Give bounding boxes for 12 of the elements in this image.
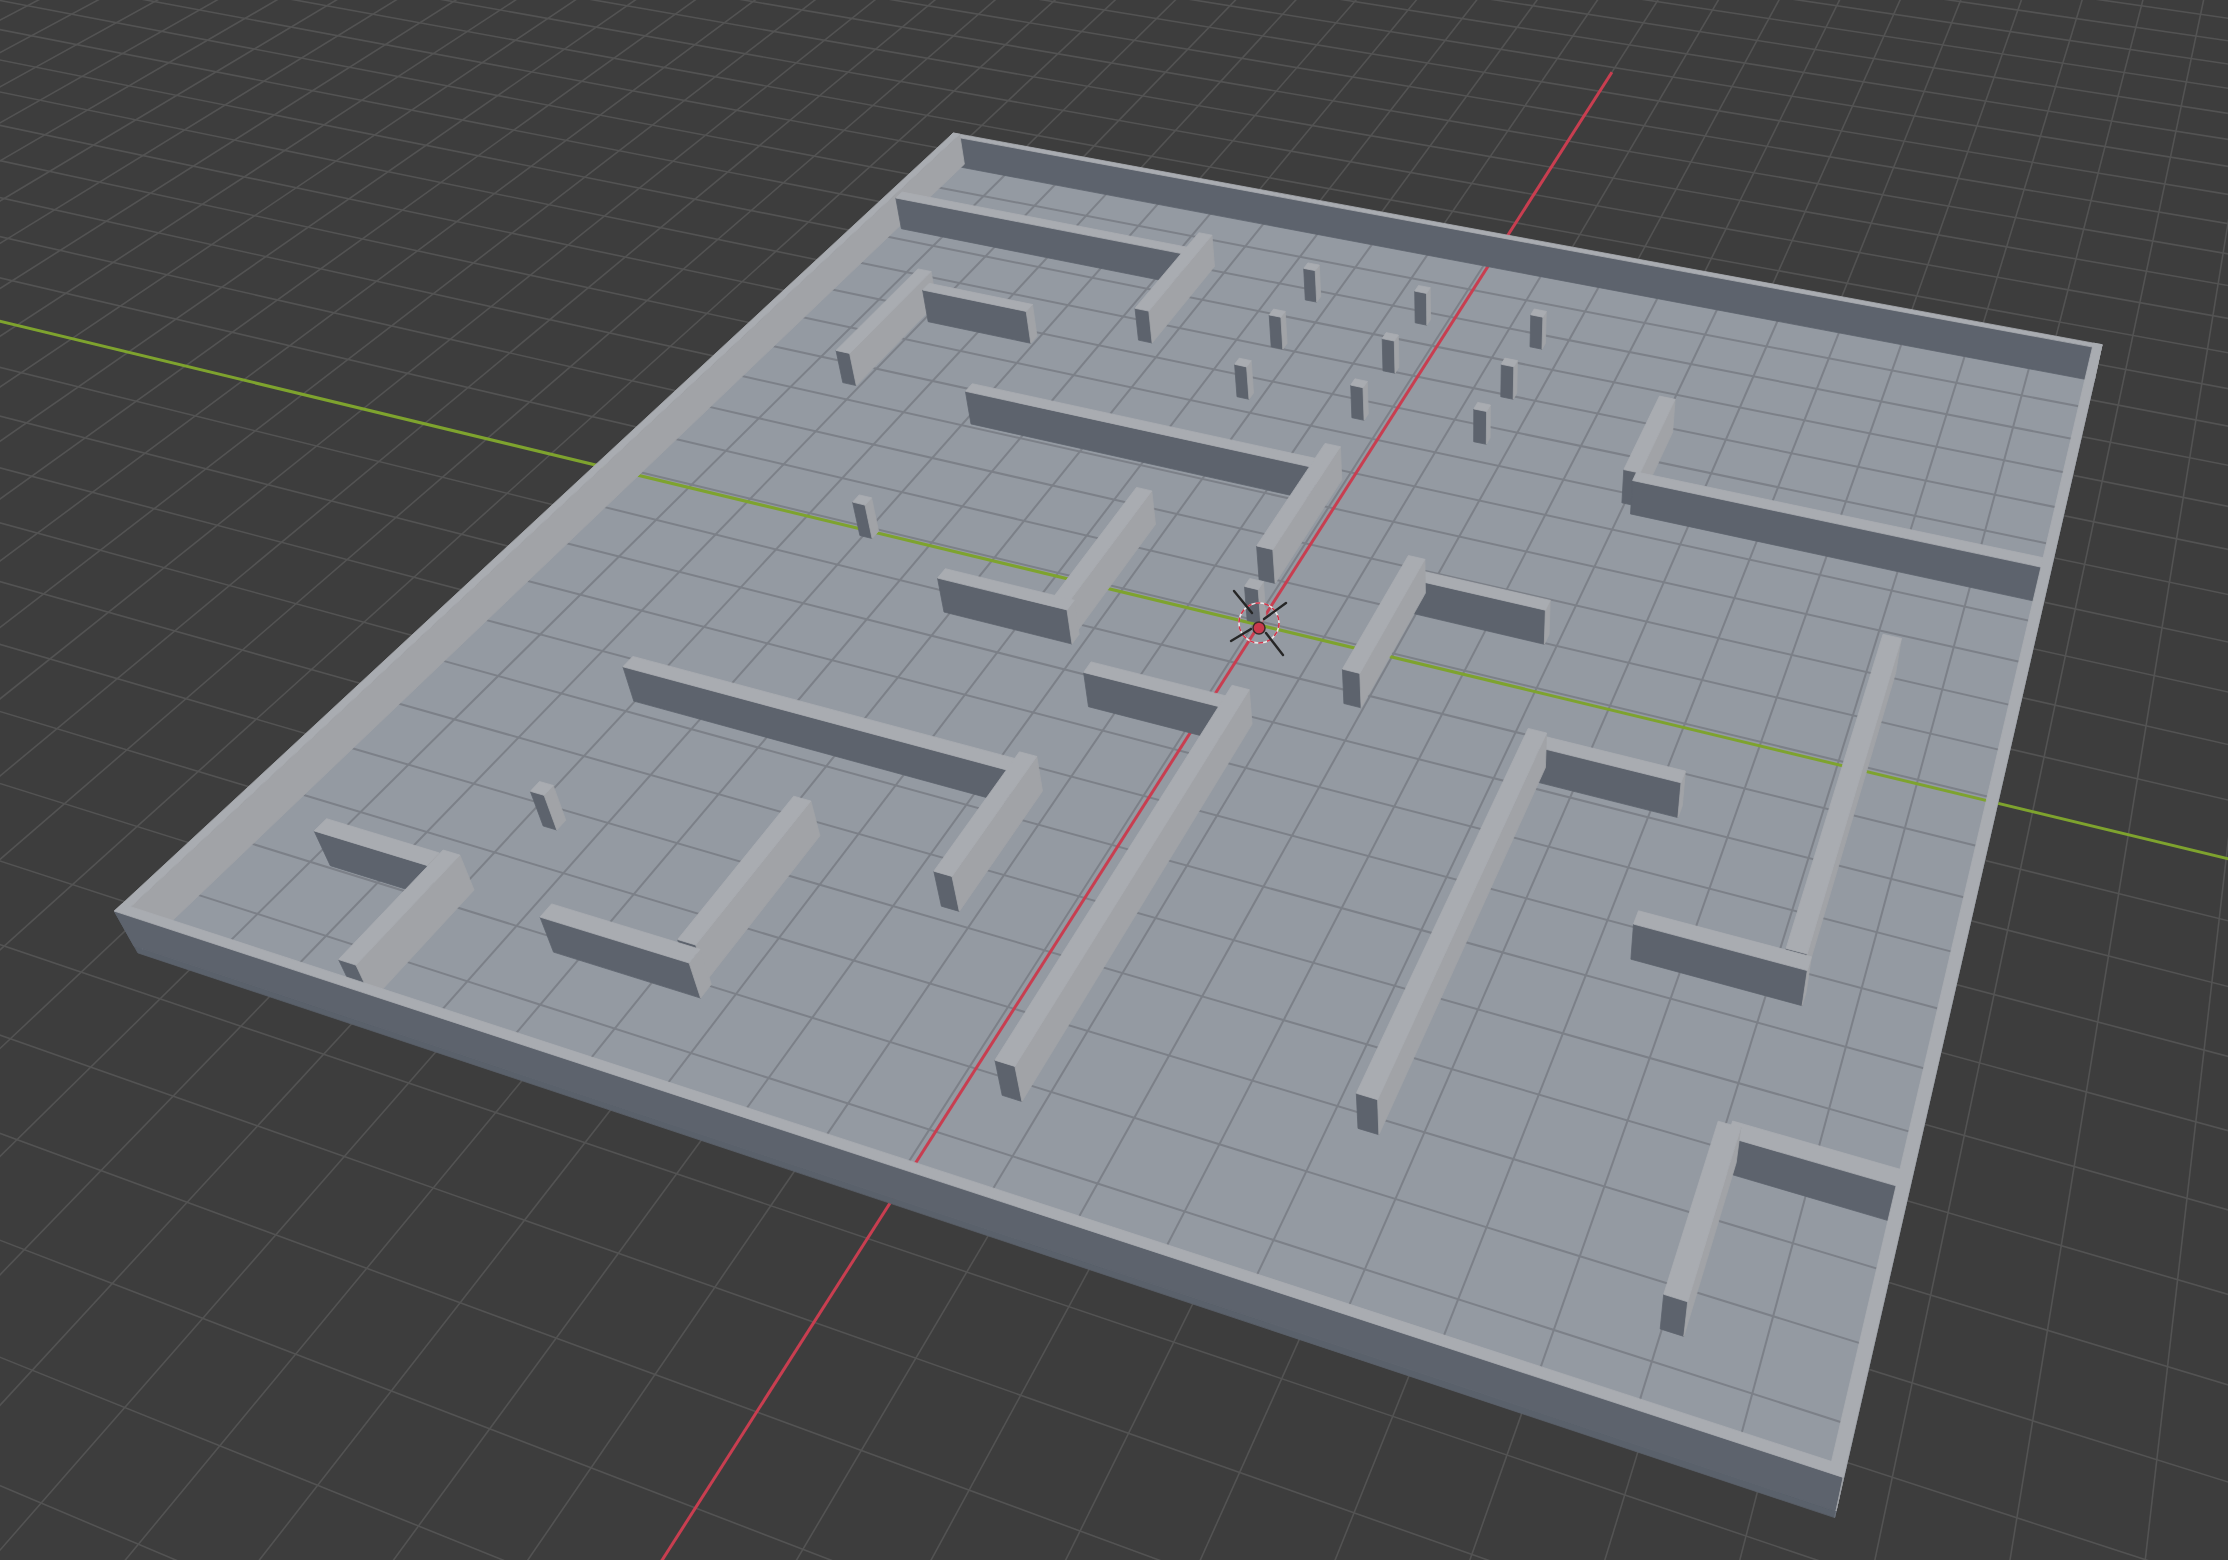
wall-post (529, 781, 567, 831)
wall-post (1303, 262, 1322, 303)
wall-post (1473, 402, 1491, 445)
wall-post (1268, 308, 1288, 350)
wall-post (1244, 578, 1267, 624)
wall-post (1350, 378, 1369, 421)
wall-post (1529, 308, 1547, 350)
wall-post (852, 494, 879, 539)
wall-post (1234, 357, 1254, 400)
wall-post (1500, 357, 1518, 400)
wall-post (1414, 285, 1431, 326)
wall-post (1381, 332, 1400, 374)
